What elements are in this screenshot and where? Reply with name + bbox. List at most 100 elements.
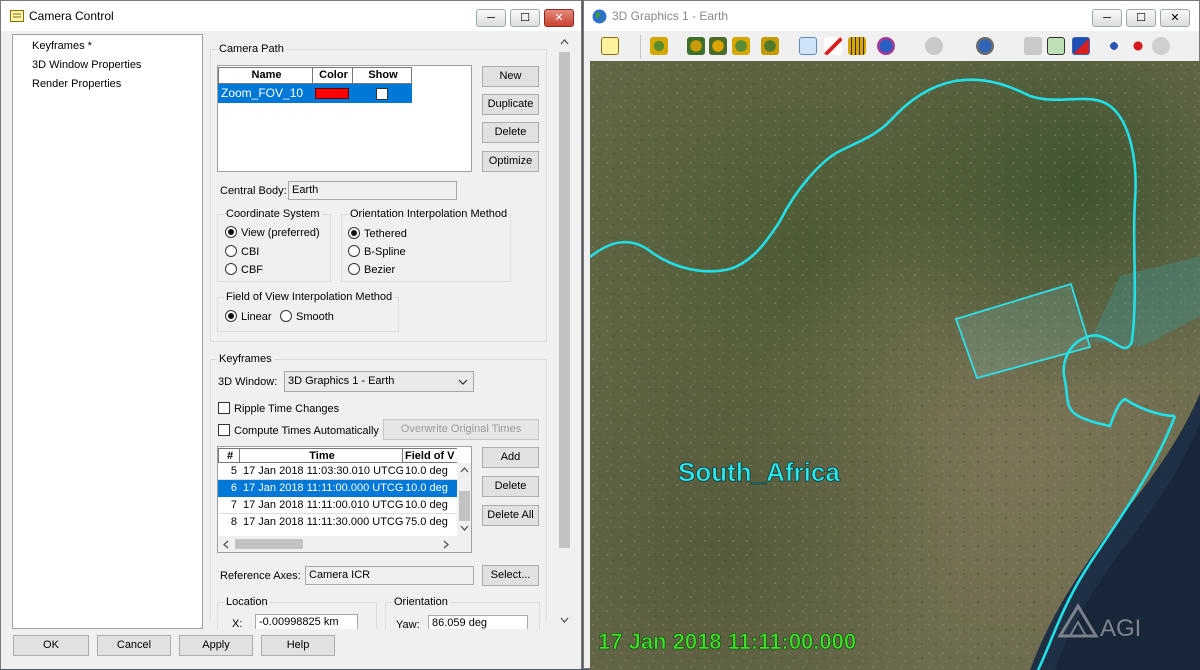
- properties-icon[interactable]: [601, 37, 619, 55]
- graphics-window: 3D Graphics 1 - Earth ─ ☐ ✕ South_Africa…: [583, 0, 1200, 670]
- new-path-button[interactable]: New: [482, 66, 539, 87]
- globe-icon: [592, 9, 607, 24]
- radio-view-preferred[interactable]: [225, 226, 237, 238]
- radio-cbi[interactable]: [225, 245, 237, 257]
- col-show[interactable]: Show: [353, 67, 412, 84]
- scroll-right-icon[interactable]: [443, 540, 449, 549]
- col-name[interactable]: Name: [218, 67, 313, 84]
- delete-all-keyframes-button[interactable]: Delete All: [482, 505, 539, 526]
- coordinate-system-title: Coordinate System: [224, 207, 322, 221]
- target-icon[interactable]: [1129, 37, 1147, 55]
- duplicate-path-button[interactable]: Duplicate: [482, 94, 539, 115]
- window-app-icon: [10, 10, 24, 22]
- panel-scroll-thumb[interactable]: [559, 52, 570, 548]
- table-vertical-scrollbar[interactable]: [457, 463, 471, 536]
- table-row[interactable]: 7 17 Jan 2018 11:11:00.010 UTCG 10.0 deg: [218, 497, 457, 514]
- camera-path-show-checkbox[interactable]: [376, 88, 388, 100]
- camera-path-row[interactable]: Zoom_FOV_10: [218, 84, 412, 103]
- region-label: South_Africa: [678, 457, 840, 487]
- table-row[interactable]: 5 17 Jan 2018 11:03:30.010 UTCG 10.0 deg: [218, 463, 457, 480]
- maximize-button[interactable]: ☐: [510, 9, 540, 27]
- col-fov[interactable]: Field of V: [403, 448, 457, 463]
- close-button[interactable]: ✕: [544, 9, 574, 27]
- view-from-icon[interactable]: [650, 37, 668, 55]
- add-keyframe-button[interactable]: Add: [482, 447, 539, 468]
- graphics-maximize-button[interactable]: ☐: [1126, 9, 1156, 27]
- image-tool-icon[interactable]: [1047, 37, 1065, 55]
- ripple-time-label: Ripple Time Changes: [234, 403, 340, 415]
- cancel-button[interactable]: Cancel: [97, 635, 171, 656]
- row-fov: 75.0 deg: [405, 516, 448, 528]
- toolbar-separator: [640, 35, 641, 59]
- row-time: 17 Jan 2018 11:11:30.000 UTCG: [243, 516, 403, 528]
- orient-north-icon[interactable]: [732, 37, 750, 55]
- radio-b-spline[interactable]: [348, 245, 360, 257]
- pen-icon[interactable]: [824, 37, 842, 55]
- vertical-scroll-thumb[interactable]: [459, 491, 470, 521]
- central-body-field[interactable]: Earth: [288, 181, 457, 200]
- col-color[interactable]: Color: [313, 67, 353, 84]
- keyframes-title: Keyframes: [217, 352, 274, 366]
- horizontal-scroll-thumb[interactable]: [235, 539, 303, 549]
- camera-view-icon[interactable]: [761, 37, 779, 55]
- scroll-left-icon[interactable]: [223, 540, 229, 549]
- radio-linear[interactable]: [225, 310, 237, 322]
- panel-vertical-scrollbar[interactable]: [556, 34, 573, 629]
- tree-item-keyframes[interactable]: Keyframes *: [32, 39, 92, 53]
- terrain-icon[interactable]: [1072, 37, 1090, 55]
- delete-keyframe-button[interactable]: Delete: [482, 476, 539, 497]
- graphics-titlebar[interactable]: 3D Graphics 1 - Earth ─ ☐ ✕: [584, 1, 1199, 31]
- tree-item-3d-window-properties[interactable]: 3D Window Properties: [32, 58, 141, 72]
- tree-item-render-properties[interactable]: Render Properties: [32, 77, 121, 91]
- label-b-spline: B-Spline: [364, 246, 406, 258]
- globe-tool-icon[interactable]: [976, 37, 994, 55]
- 3d-window-select[interactable]: 3D Graphics 1 - Earth: [284, 371, 474, 392]
- col-index[interactable]: #: [218, 448, 240, 463]
- hand-tool-icon[interactable]: [1152, 37, 1170, 55]
- satellite-icon[interactable]: [1024, 37, 1042, 55]
- overwrite-times-button[interactable]: Overwrite Original Times: [383, 419, 539, 440]
- home-view-icon[interactable]: [687, 37, 705, 55]
- fov-interp-title: Field of View Interpolation Method: [224, 290, 395, 304]
- table-row[interactable]: 8 17 Jan 2018 11:11:30.000 UTCG 75.0 deg: [218, 514, 457, 531]
- radio-bezier[interactable]: [348, 263, 360, 275]
- minimize-button[interactable]: ─: [476, 9, 506, 27]
- help-button[interactable]: Help: [261, 635, 335, 656]
- axes-icon[interactable]: [1105, 37, 1123, 55]
- globe-settings-icon[interactable]: [877, 37, 895, 55]
- camera-path-color-swatch[interactable]: [315, 88, 349, 99]
- window-title: Camera Control: [29, 9, 114, 23]
- ripple-time-checkbox[interactable]: [218, 402, 230, 414]
- zoom-to-icon[interactable]: [709, 37, 727, 55]
- location-x-field[interactable]: -0.00998825 km: [255, 614, 358, 630]
- label-bezier: Bezier: [364, 264, 396, 276]
- scroll-down-icon[interactable]: [460, 525, 469, 531]
- earth-3d-view[interactable]: South_Africa 17 Jan 2018 11:11:00.000 AG…: [590, 61, 1200, 670]
- row-time: 17 Jan 2018 11:11:00.010 UTCG: [243, 499, 403, 511]
- graphics-minimize-button[interactable]: ─: [1092, 9, 1122, 27]
- graphics-close-button[interactable]: ✕: [1160, 9, 1190, 27]
- radio-cbf[interactable]: [225, 263, 237, 275]
- radio-tethered[interactable]: [348, 227, 360, 239]
- label-cbi: CBI: [241, 246, 260, 258]
- orientation-interp-title: Orientation Interpolation Method: [348, 207, 510, 221]
- pencil-select-icon[interactable]: [799, 37, 817, 55]
- col-time[interactable]: Time: [240, 448, 403, 463]
- scroll-up-icon[interactable]: [460, 467, 469, 473]
- radio-smooth[interactable]: [280, 310, 292, 322]
- delete-path-button[interactable]: Delete: [482, 122, 539, 143]
- table-horizontal-scrollbar[interactable]: [218, 536, 471, 552]
- apply-button[interactable]: Apply: [179, 635, 253, 656]
- camera-control-titlebar[interactable]: Camera Control ─ ☐ ✕: [1, 1, 581, 31]
- ok-button[interactable]: OK: [13, 635, 89, 656]
- compute-times-checkbox[interactable]: [218, 424, 230, 436]
- scroll-up-icon[interactable]: [560, 39, 569, 45]
- scroll-down-icon[interactable]: [560, 617, 569, 623]
- select-axes-button[interactable]: Select...: [482, 565, 539, 586]
- measure-icon[interactable]: [848, 37, 866, 55]
- globe-disabled-icon[interactable]: [925, 37, 943, 55]
- table-row[interactable]: 6 17 Jan 2018 11:11:00.000 UTCG 10.0 deg: [218, 480, 457, 497]
- reference-axes-field[interactable]: Camera ICR: [305, 566, 474, 585]
- compute-times-label: Compute Times Automatically: [234, 425, 379, 437]
- optimize-path-button[interactable]: Optimize: [482, 151, 539, 172]
